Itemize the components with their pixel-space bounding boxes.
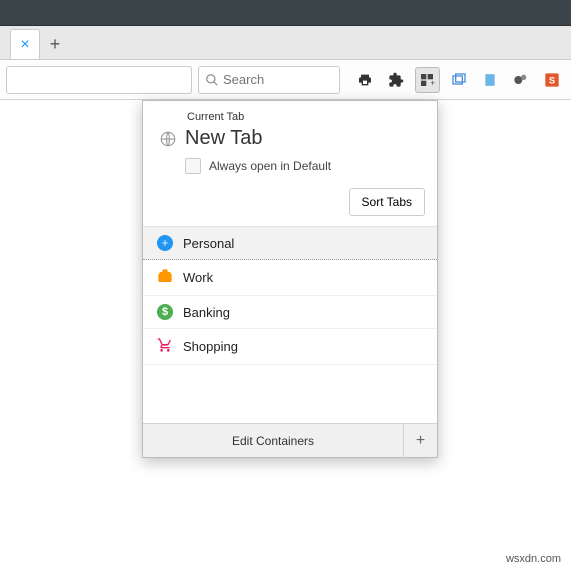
current-tab-title: New Tab xyxy=(185,127,262,150)
globe-icon xyxy=(513,72,529,88)
search-input[interactable] xyxy=(223,72,333,87)
browser-tab[interactable]: × xyxy=(10,29,40,59)
sidebar-button[interactable] xyxy=(477,67,502,93)
popup-header: Current Tab New Tab Always open in Defau… xyxy=(143,101,437,178)
containers-popup: Current Tab New Tab Always open in Defau… xyxy=(142,100,438,458)
sort-tabs-button[interactable]: Sort Tabs xyxy=(349,188,425,216)
container-label: Shopping xyxy=(183,339,238,354)
app-icon: S xyxy=(544,72,560,88)
toolbar: + S xyxy=(0,60,571,100)
containers-button[interactable]: + xyxy=(415,67,440,93)
container-item-banking[interactable]: $ Banking xyxy=(143,296,437,329)
container-label: Work xyxy=(183,270,213,285)
new-tab-button[interactable]: + xyxy=(40,29,70,59)
cart-icon xyxy=(157,337,173,356)
search-icon xyxy=(205,73,219,87)
svg-text:S: S xyxy=(549,75,555,85)
always-open-label: Always open in Default xyxy=(209,159,331,173)
container-label: Banking xyxy=(183,305,230,320)
search-bar[interactable] xyxy=(198,66,340,94)
sidebar-icon xyxy=(483,72,497,88)
popup-footer: Edit Containers + xyxy=(143,423,437,457)
globe-button[interactable] xyxy=(509,67,534,93)
windows-icon xyxy=(451,72,467,88)
container-item-personal[interactable]: Personal xyxy=(143,227,437,260)
addons-button[interactable] xyxy=(383,67,408,93)
container-label: Personal xyxy=(183,236,234,251)
containers-icon: + xyxy=(419,72,435,88)
watermark: wsxdn.com xyxy=(506,553,561,565)
tab-strip: × + xyxy=(0,26,571,60)
container-item-work[interactable]: Work xyxy=(143,260,437,296)
dollar-icon: $ xyxy=(157,304,173,320)
briefcase-icon xyxy=(157,268,173,287)
windows-button[interactable] xyxy=(446,67,471,93)
personal-icon xyxy=(157,235,173,251)
url-bar[interactable] xyxy=(6,66,192,94)
add-container-button[interactable]: + xyxy=(403,424,437,458)
print-button[interactable] xyxy=(352,67,377,93)
svg-text:+: + xyxy=(431,78,436,87)
always-open-checkbox[interactable] xyxy=(185,158,201,174)
close-icon[interactable]: × xyxy=(20,36,29,54)
edit-containers-button[interactable]: Edit Containers xyxy=(143,434,403,448)
always-open-row[interactable]: Always open in Default xyxy=(185,158,423,174)
current-tab-label: Current Tab xyxy=(187,111,423,123)
window-titlebar xyxy=(0,0,571,26)
globe-icon xyxy=(159,130,177,148)
container-list: Personal Work $ Banking Shopping xyxy=(143,226,437,365)
container-item-shopping[interactable]: Shopping xyxy=(143,329,437,365)
puzzle-icon xyxy=(388,72,404,88)
app-button[interactable]: S xyxy=(540,67,565,93)
print-icon xyxy=(357,72,373,88)
